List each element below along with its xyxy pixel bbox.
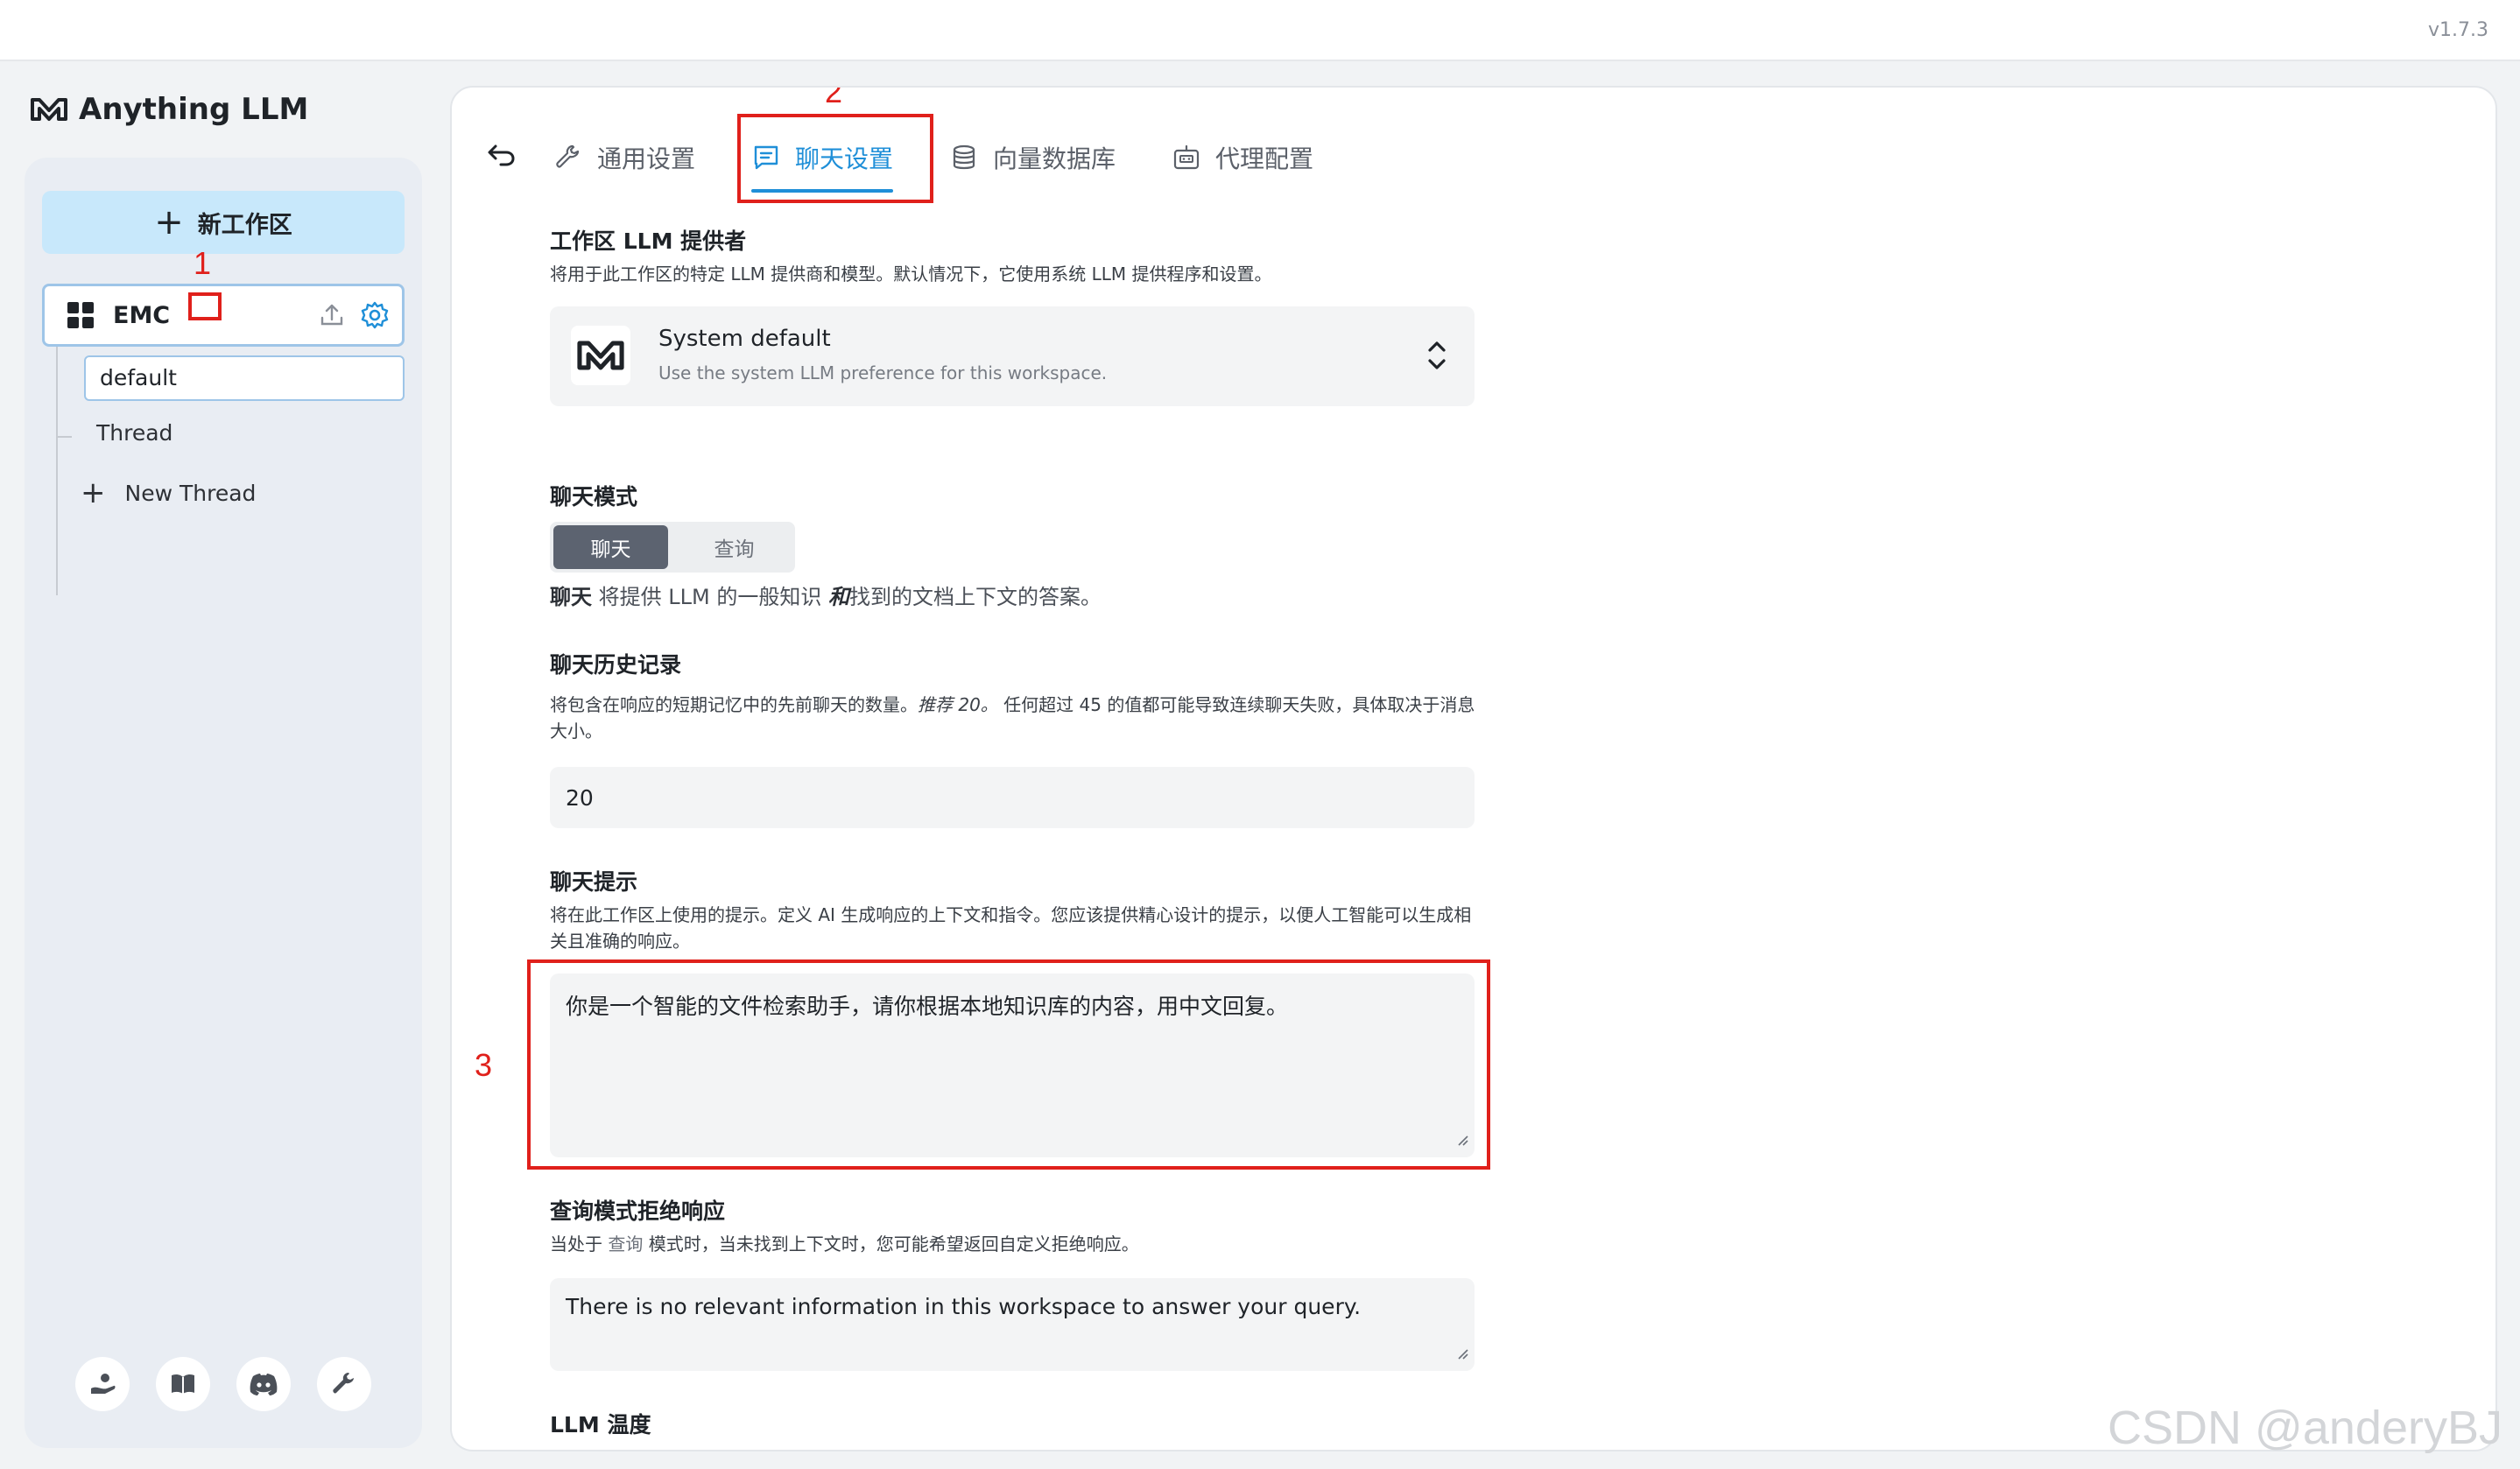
llm-temperature-title: LLM 温度: [550, 1412, 651, 1437]
query-refusal-desc-code: 查询: [608, 1234, 644, 1255]
wrench-icon: [556, 144, 580, 168]
chat-history-desc-italic: 推荐 20。: [918, 694, 998, 715]
query-refusal-title: 查询模式拒绝响应: [550, 1198, 726, 1224]
llm-provider-select[interactable]: System default Use the system LLM prefer…: [550, 306, 1475, 406]
sidebar-footer: [75, 1357, 371, 1411]
new-thread-button[interactable]: + New Thread: [81, 478, 256, 508]
tab-vector-database[interactable]: 向量数据库: [949, 123, 1116, 193]
tab-general-settings-label: 通用设置: [597, 144, 696, 173]
chat-mode-option-query[interactable]: 查询: [677, 525, 792, 569]
annotation-box-3: [527, 959, 1490, 1170]
annotation-label-2: 2: [825, 86, 843, 109]
thread-tree-line: [56, 347, 72, 595]
chat-history-input[interactable]: [550, 767, 1475, 828]
llm-provider-name: System default: [658, 326, 831, 352]
query-refusal-description: 当处于 查询 模式时，当未找到上下文时，您可能希望返回自定义拒绝响应。: [550, 1231, 1478, 1257]
annotation-label-1: 1: [194, 245, 212, 281]
chat-history-description: 将包含在响应的短期记忆中的先前聊天的数量。推荐 20。 任何超过 45 的值都可…: [550, 692, 1478, 744]
watermark: CSDN @anderyBJ: [2108, 1402, 2502, 1454]
workspace-settings-panel: 通用设置 聊天设置 向量数据库 代理配置 2 工作区 LLM 提供者 将用于此工…: [450, 86, 2497, 1451]
robot-icon: [1173, 144, 1200, 170]
thread-item-default[interactable]: default: [84, 355, 405, 401]
sidebar: + 新工作区 EMC 1 default Thread + New Thread: [25, 158, 422, 1448]
book-icon[interactable]: [156, 1357, 210, 1411]
chat-mode-title: 聊天模式: [550, 484, 638, 510]
app-name: Anything LLM: [79, 92, 309, 127]
anything-llm-logo-icon: [571, 326, 630, 385]
chat-history-title: 聊天历史记录: [550, 652, 682, 678]
discord-icon[interactable]: [236, 1357, 291, 1411]
wrench-icon[interactable]: [317, 1357, 371, 1411]
tab-agent-config-label: 代理配置: [1215, 144, 1314, 173]
chat-mode-desc-middle: 将提供 LLM 的一般知识: [592, 585, 828, 609]
chat-mode-desc-end: 找到的文档上下文的答案。: [848, 585, 1102, 609]
query-refusal-textarea[interactable]: There is no relevant information in this…: [550, 1278, 1475, 1371]
workspace-grid-icon: [67, 302, 94, 328]
annotation-label-3: 3: [475, 1047, 493, 1083]
anything-llm-logo-icon: [31, 98, 67, 121]
llm-provider-description: 将用于此工作区的特定 LLM 提供商和模型。默认情况下，它使用系统 LLM 提供…: [550, 264, 1272, 285]
chat-mode-toggle: 聊天 查询: [550, 522, 795, 573]
community-icon[interactable]: [75, 1357, 130, 1411]
upload-icon[interactable]: [318, 300, 346, 332]
annotation-box-1: [188, 292, 222, 320]
llm-provider-title: 工作区 LLM 提供者: [550, 228, 747, 254]
chat-prompt-title: 聊天提示: [550, 869, 638, 895]
tab-agent-config[interactable]: 代理配置: [1172, 123, 1313, 193]
chat-prompt-description: 将在此工作区上使用的提示。定义 AI 生成响应的上下文和指令。您应该提供精心设计…: [550, 904, 1472, 952]
chat-mode-description: 聊天 将提供 LLM 的一般知识 和找到的文档上下文的答案。: [550, 580, 1102, 610]
top-bar: v1.7.3: [0, 0, 2520, 61]
resize-grip-icon[interactable]: [1455, 1340, 1469, 1366]
app-version: v1.7.3: [2428, 19, 2488, 41]
new-workspace-label: 新工作区: [197, 211, 292, 239]
query-refusal-desc-start: 当处于: [550, 1234, 609, 1255]
tab-vector-database-label: 向量数据库: [993, 144, 1116, 173]
llm-provider-hint: Use the system LLM preference for this w…: [658, 362, 1108, 383]
workspace-name: EMC: [113, 301, 171, 329]
chat-mode-option-chat[interactable]: 聊天: [553, 525, 668, 569]
app-logo: Anything LLM: [30, 88, 308, 131]
back-arrow-icon[interactable]: [487, 143, 522, 172]
workspace-settings-gear-icon[interactable]: [360, 300, 390, 334]
query-refusal-desc-end: 模式时，当未找到上下文时，您可能希望返回自定义拒绝响应。: [643, 1234, 1139, 1255]
chat-history-desc-start: 将包含在响应的短期记忆中的先前聊天的数量。: [550, 694, 918, 715]
chevron-up-down-icon: [1425, 334, 1448, 380]
workspace-item-emc[interactable]: EMC: [42, 284, 405, 347]
chat-mode-desc-italic: 和: [827, 585, 849, 609]
thread-tree-branch: [56, 436, 72, 438]
tab-general-settings[interactable]: 通用设置: [553, 123, 695, 193]
plus-icon: +: [81, 475, 106, 510]
annotation-box-2: [737, 114, 933, 203]
new-thread-label: New Thread: [124, 480, 257, 506]
chat-mode-desc-bold: 聊天: [550, 585, 592, 609]
new-workspace-button[interactable]: + 新工作区: [42, 191, 405, 254]
query-refusal-value: There is no relevant information in this…: [566, 1294, 1362, 1319]
plus-icon: +: [154, 202, 184, 242]
thread-item-thread[interactable]: Thread: [96, 420, 172, 446]
database-icon: [953, 144, 975, 170]
